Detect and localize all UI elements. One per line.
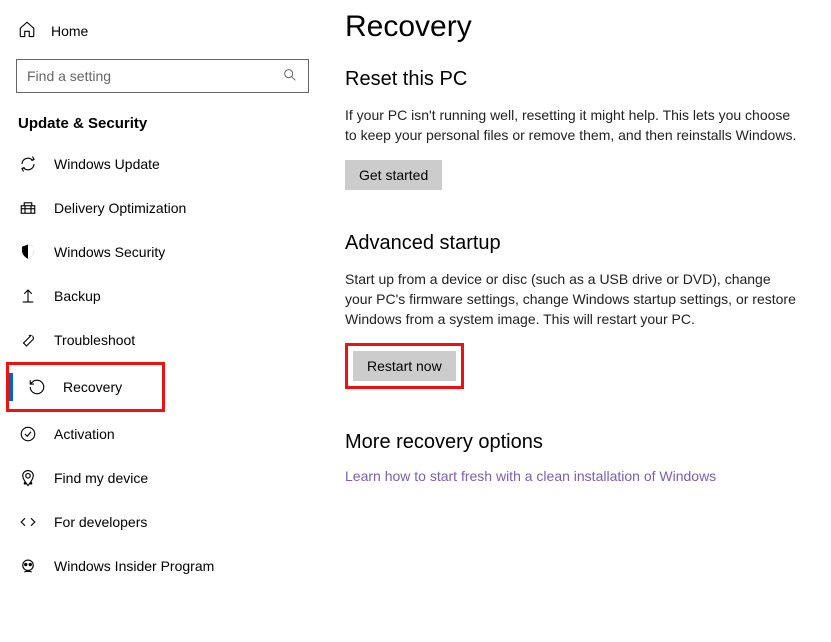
restart-now-button[interactable]: Restart now: [353, 351, 456, 381]
sidebar-section-label: Update & Security: [0, 93, 325, 142]
sidebar-item-windows-security[interactable]: Windows Security: [0, 230, 325, 274]
more-recovery-section: More recovery options Learn how to start…: [345, 431, 801, 486]
sidebar-item-label: Windows Security: [54, 244, 165, 260]
sidebar-item-find-my-device[interactable]: Find my device: [0, 456, 325, 500]
sidebar-item-label: Delivery Optimization: [54, 200, 186, 216]
sidebar-item-activation[interactable]: Activation: [0, 412, 325, 456]
home-label: Home: [51, 23, 88, 39]
reset-desc: If your PC isn't running well, resetting…: [345, 105, 801, 146]
reset-pc-section: Reset this PC If your PC isn't running w…: [345, 68, 801, 190]
backup-icon: [18, 286, 38, 306]
sidebar-item-delivery-optimization[interactable]: Delivery Optimization: [0, 186, 325, 230]
home-icon: [18, 20, 36, 41]
delivery-icon: [18, 198, 38, 218]
advanced-desc: Start up from a device or disc (such as …: [345, 269, 801, 330]
check-circle-icon: [18, 424, 38, 444]
home-nav[interactable]: Home: [0, 10, 325, 51]
shield-icon: [18, 242, 38, 262]
advanced-startup-section: Advanced startup Start up from a device …: [345, 232, 801, 390]
sidebar-item-label: Backup: [54, 288, 101, 304]
insider-icon: [18, 556, 38, 576]
sidebar-item-recovery[interactable]: Recovery: [9, 365, 162, 409]
search-input[interactable]: Find a setting: [16, 59, 309, 93]
fresh-start-link[interactable]: Learn how to start fresh with a clean in…: [345, 468, 716, 484]
page-title: Recovery: [345, 10, 801, 44]
code-icon: [18, 512, 38, 532]
sidebar-item-troubleshoot[interactable]: Troubleshoot: [0, 318, 325, 362]
get-started-button[interactable]: Get started: [345, 160, 442, 190]
wrench-icon: [18, 330, 38, 350]
search-icon: [282, 67, 298, 86]
location-icon: [18, 468, 38, 488]
sidebar-item-label: Find my device: [54, 470, 148, 486]
settings-sidebar: Home Find a setting Update & Security Wi…: [0, 0, 325, 642]
sidebar-item-windows-insider[interactable]: Windows Insider Program: [0, 544, 325, 588]
sidebar-item-label: For developers: [54, 514, 147, 530]
sidebar-item-label: Recovery: [63, 379, 122, 395]
recovery-icon: [27, 377, 47, 397]
sidebar-item-backup[interactable]: Backup: [0, 274, 325, 318]
more-heading: More recovery options: [345, 431, 801, 454]
main-content: Recovery Reset this PC If your PC isn't …: [325, 0, 831, 642]
highlight-restart: Restart now: [345, 343, 464, 389]
sidebar-item-for-developers[interactable]: For developers: [0, 500, 325, 544]
reset-heading: Reset this PC: [345, 68, 801, 91]
sync-icon: [18, 154, 38, 174]
search-placeholder: Find a setting: [27, 68, 111, 84]
sidebar-item-label: Windows Update: [54, 156, 160, 172]
sidebar-item-label: Windows Insider Program: [54, 558, 214, 574]
highlight-recovery: Recovery: [6, 362, 165, 412]
advanced-heading: Advanced startup: [345, 232, 801, 255]
sidebar-item-label: Activation: [54, 426, 115, 442]
sidebar-item-label: Troubleshoot: [54, 332, 135, 348]
sidebar-item-windows-update[interactable]: Windows Update: [0, 142, 325, 186]
